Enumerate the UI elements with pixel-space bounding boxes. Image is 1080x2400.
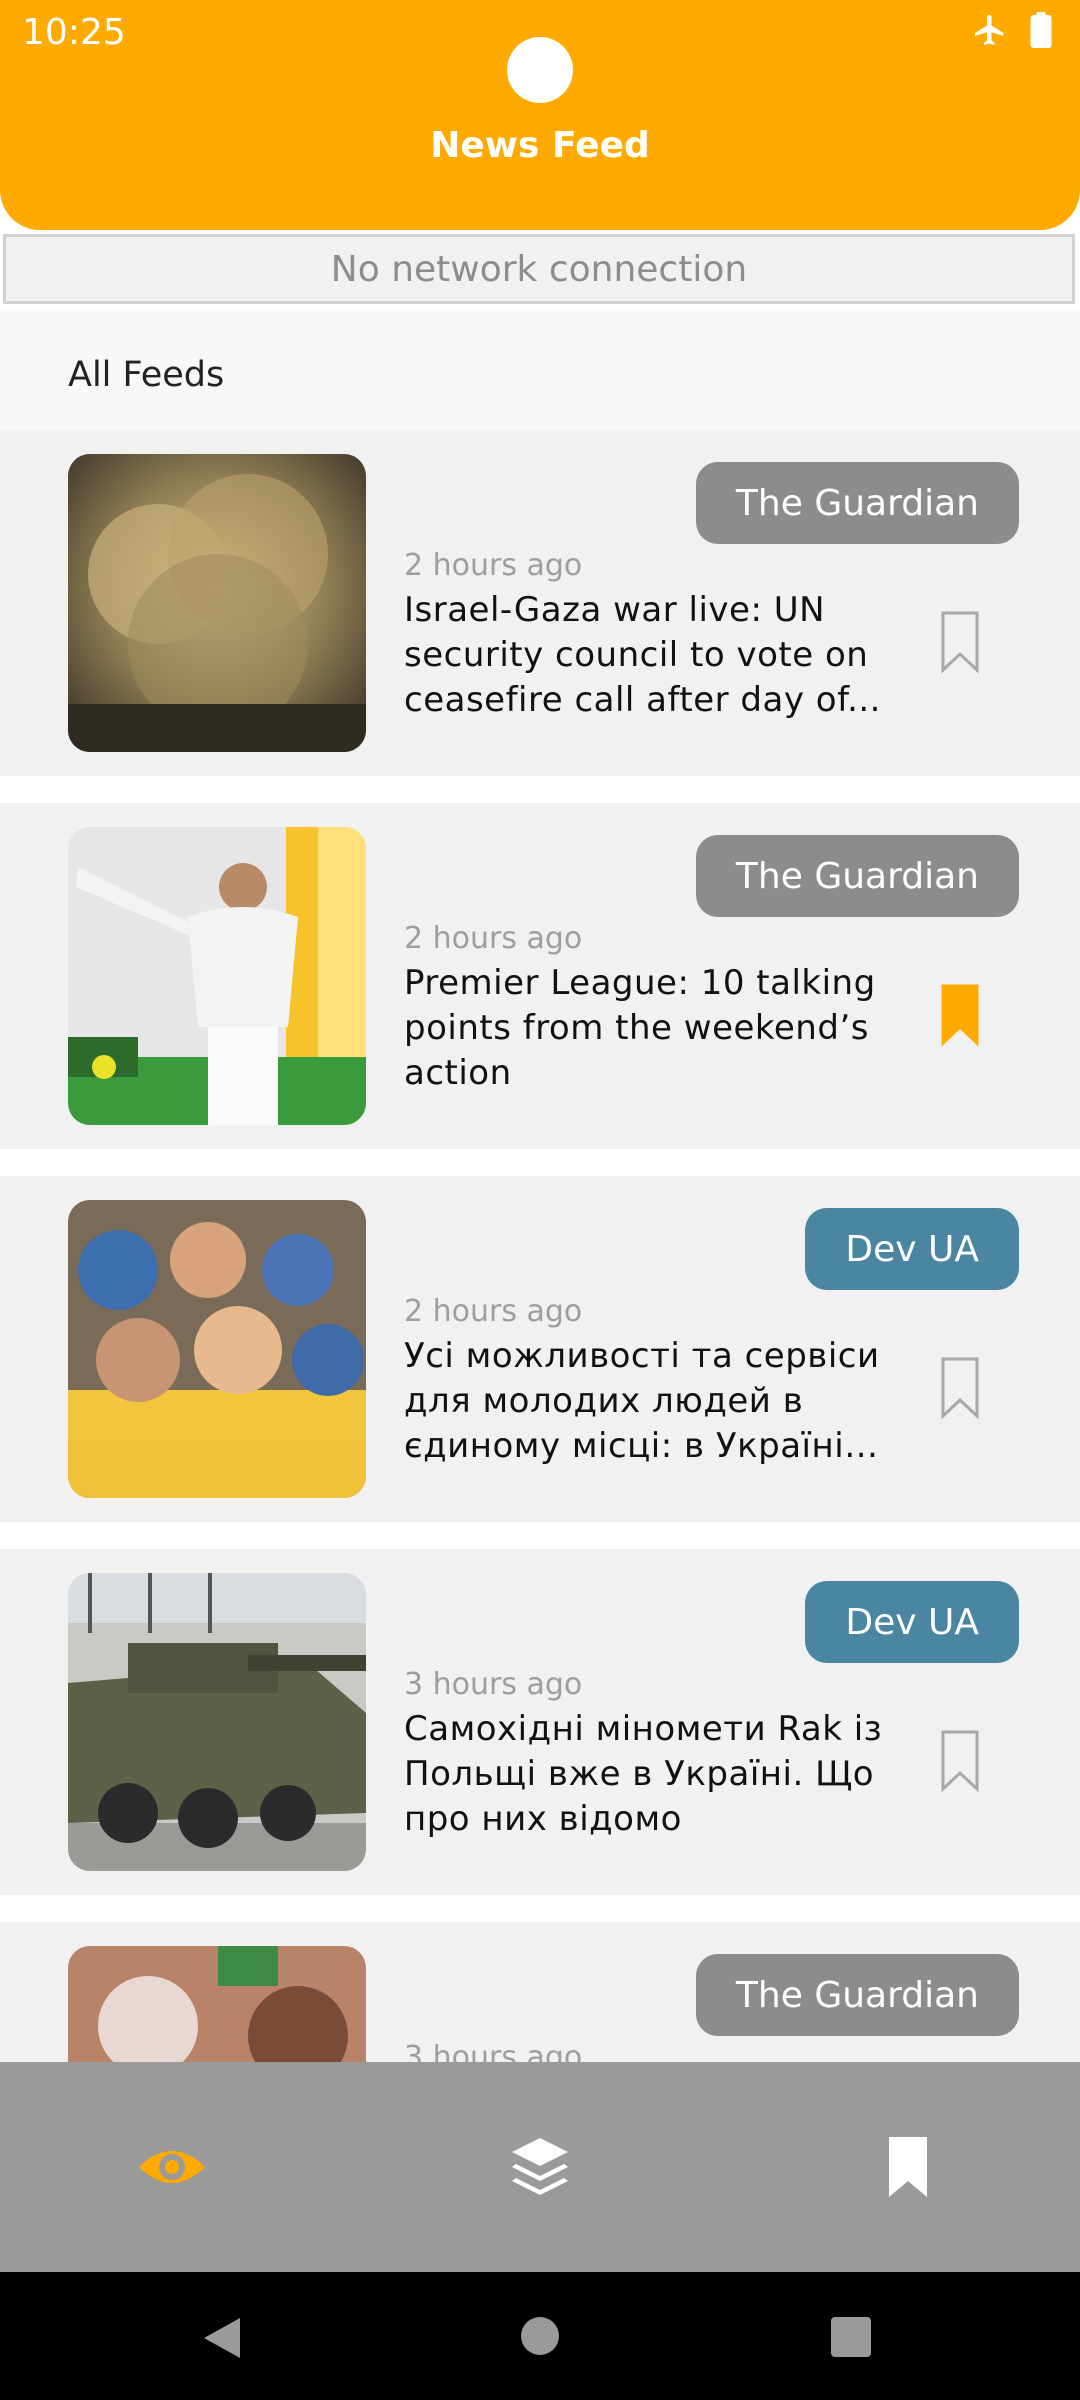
feed-card[interactable]: Dev UA 3 hours ago Самохідні міномети Ra…: [0, 1549, 1080, 1895]
home-icon[interactable]: [520, 2316, 560, 2356]
article-thumbnail: [68, 1573, 366, 1871]
article-thumbnail: [68, 827, 366, 1125]
bookmark-icon[interactable]: [940, 1356, 980, 1420]
source-badge[interactable]: Dev UA: [805, 1208, 1019, 1290]
back-icon[interactable]: [200, 2316, 244, 2360]
article-headline[interactable]: Israel-Gaza war live: UN security counci…: [404, 588, 904, 723]
bookmark-icon[interactable]: [940, 1729, 980, 1793]
article-time: 2 hours ago: [404, 921, 583, 956]
article-headline[interactable]: Самохідні міномети Rak із Польщі вже в У…: [404, 1707, 904, 1842]
article-time: 3 hours ago: [404, 1667, 583, 1702]
feed-card[interactable]: The Guardian 2 hours ago Israel-Gaza war…: [0, 430, 1080, 776]
network-status-banner: No network connection: [3, 234, 1075, 304]
recents-icon[interactable]: [830, 2316, 872, 2358]
nav-feed[interactable]: [112, 2062, 232, 2272]
source-badge[interactable]: Dev UA: [805, 1581, 1019, 1663]
feed-card[interactable]: Dev UA 2 hours ago Усі можливості та сер…: [0, 1176, 1080, 1522]
status-time: 10:25: [22, 12, 126, 53]
article-thumbnail: [68, 1200, 366, 1498]
system-navigation-bar: [0, 2272, 1080, 2400]
article-thumbnail: [68, 454, 366, 752]
nav-sources[interactable]: [480, 2062, 600, 2272]
app-logo: [507, 37, 573, 103]
source-badge[interactable]: The Guardian: [695, 835, 1019, 917]
eye-icon: [139, 2151, 205, 2183]
article-time: 2 hours ago: [404, 548, 583, 583]
layers-icon: [512, 2138, 568, 2195]
status-icons: [972, 12, 1052, 48]
bookmark-icon[interactable]: [940, 610, 980, 674]
feed-card[interactable]: The Guardian 2 hours ago Premier League:…: [0, 803, 1080, 1149]
nav-bookmarks[interactable]: [848, 2062, 968, 2272]
page-title: News Feed: [430, 125, 650, 166]
app-header: 10:25 News Feed: [0, 0, 1080, 230]
bookmark-icon: [889, 2137, 927, 2197]
source-badge[interactable]: The Guardian: [695, 1954, 1019, 2036]
airplane-mode-icon: [975, 15, 1004, 45]
section-title: All Feeds: [68, 355, 225, 395]
article-time: 2 hours ago: [404, 1294, 583, 1329]
source-badge[interactable]: The Guardian: [695, 462, 1019, 544]
battery-icon: [1030, 12, 1052, 48]
bookmark-filled-icon[interactable]: [940, 983, 980, 1047]
article-headline[interactable]: Premier League: 10 talking points from t…: [404, 961, 904, 1096]
article-headline[interactable]: Усі можливості та сервіси для молодих лю…: [404, 1334, 904, 1469]
bottom-navigation: [0, 2062, 1080, 2272]
